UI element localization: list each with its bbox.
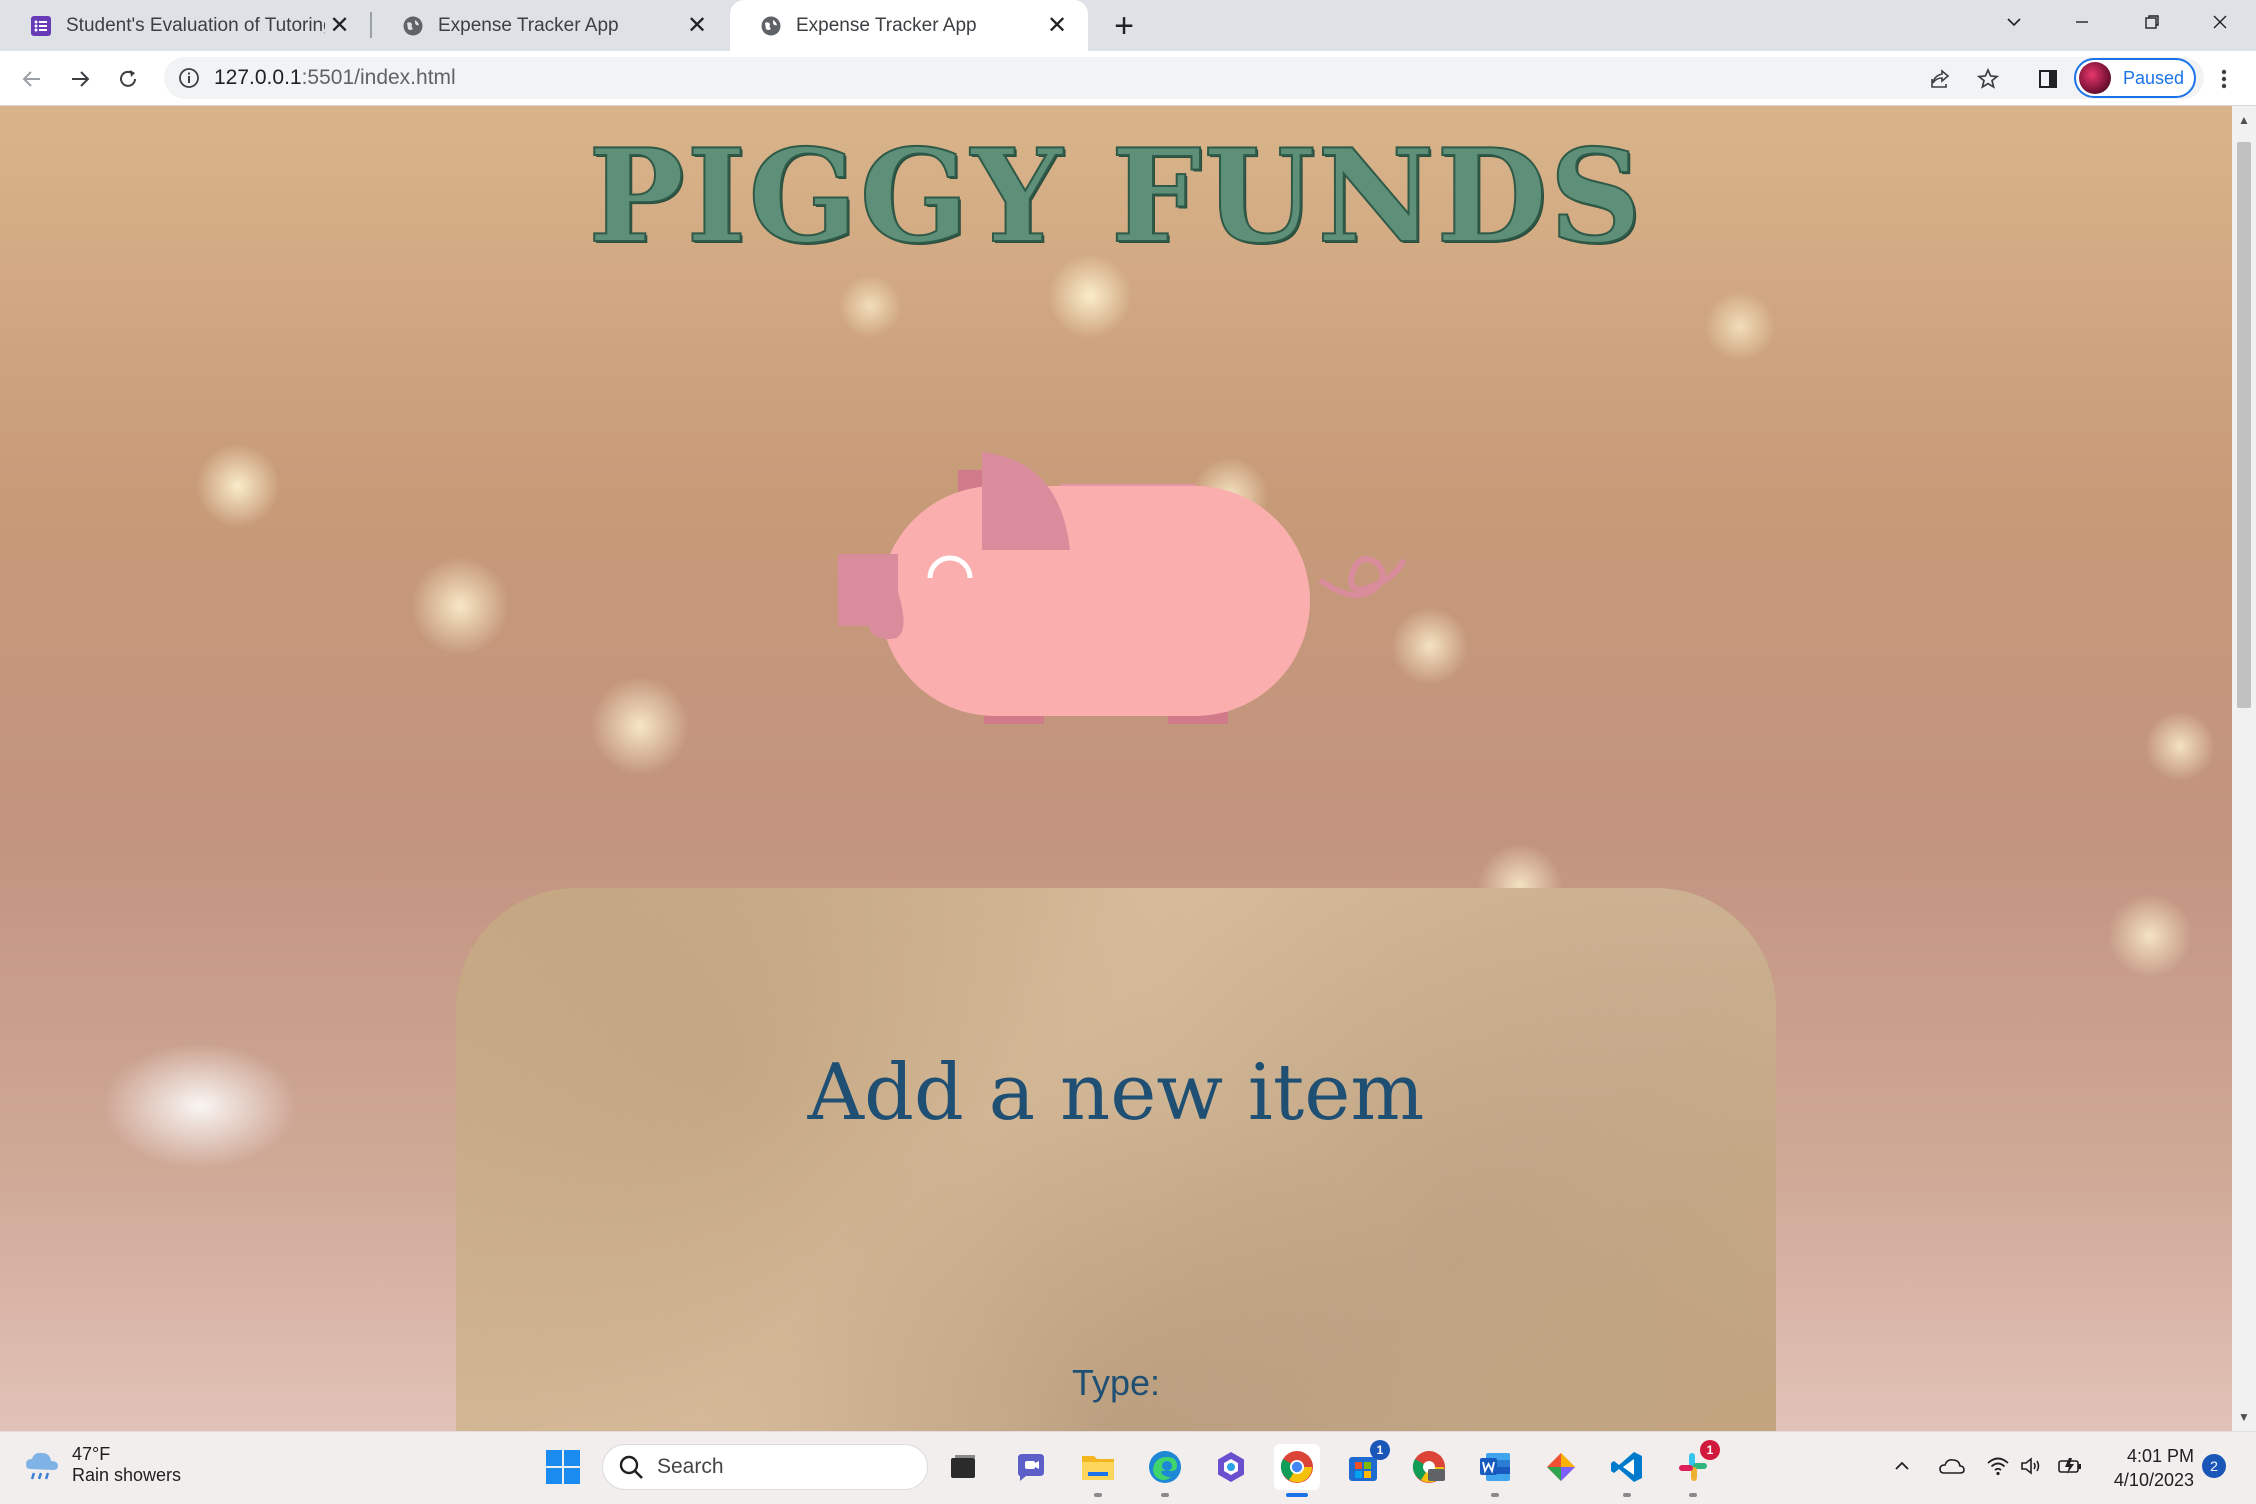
weather-temp: 47°F (72, 1444, 111, 1464)
close-icon[interactable]: ✕ (1042, 11, 1072, 41)
slack-badge: 1 (1700, 1440, 1720, 1460)
running-indicator (1689, 1493, 1697, 1497)
rain-cloud-icon (26, 1452, 58, 1480)
running-indicator (1286, 1493, 1308, 1497)
windows-taskbar: 47°F Rain showers Search 1 1 4:01 PM 4/1… (0, 1431, 2256, 1504)
chat-icon (1018, 1454, 1044, 1481)
bookmark-star-icon[interactable] (1972, 63, 2004, 95)
share-icon[interactable] (1924, 63, 1956, 95)
diamond-app-icon (1547, 1453, 1575, 1481)
card-heading: Add a new item (807, 1048, 1425, 1138)
chrome-icon (1280, 1451, 1313, 1483)
running-indicator (1491, 1493, 1499, 1497)
hexagon-app-icon (1218, 1452, 1244, 1482)
close-icon[interactable]: ✕ (682, 11, 712, 41)
new-tab-button[interactable]: + (1104, 6, 1144, 46)
clock-date: 4/10/2023 (2113, 1470, 2194, 1490)
reload-icon (120, 70, 136, 87)
forward-arrow-icon (72, 71, 90, 87)
teams-chat-button[interactable] (1008, 1444, 1054, 1490)
profile-button[interactable]: Paused (2074, 58, 2196, 98)
app-title: PIGGY FUNDS (587, 121, 1644, 273)
piggy-bank-illustration (838, 452, 1407, 724)
tab-expense-tracker-1[interactable]: Expense Tracker App ✕ (372, 0, 728, 51)
scroll-thumb[interactable] (2237, 142, 2251, 708)
url-text: 127.0.0.1:5501/index.html (214, 66, 456, 90)
notification-badge[interactable]: 2 (2202, 1454, 2226, 1478)
running-indicator (1161, 1493, 1169, 1497)
start-button[interactable] (540, 1444, 586, 1490)
store-button[interactable]: 1 (1340, 1440, 1390, 1490)
more-menu-icon[interactable] (2208, 63, 2240, 95)
address-bar[interactable]: 127.0.0.1:5501/index.html (164, 57, 2204, 99)
avatar (2079, 62, 2111, 94)
tab-title: Expense Tracker App (796, 14, 977, 36)
clock-time: 4:01 PM (2126, 1446, 2194, 1466)
volume-icon[interactable] (2016, 1448, 2048, 1484)
onedrive-cloud-icon[interactable] (1936, 1448, 1968, 1484)
slack-button[interactable]: 1 (1670, 1440, 1720, 1497)
search-icon (619, 1455, 643, 1479)
tray-overflow-chevron-icon[interactable] (1886, 1448, 1918, 1484)
scroll-down-arrow-icon[interactable]: ▼ (2232, 1405, 2256, 1429)
vscode-icon (1611, 1452, 1642, 1482)
url-path: :5501/index.html (301, 66, 456, 89)
pig-tail (1318, 555, 1407, 598)
close-icon[interactable]: ✕ (325, 11, 354, 41)
word-button[interactable] (1472, 1444, 1518, 1497)
url-host: 127.0.0.1 (214, 66, 302, 89)
tab-title: Student's Evaluation of Tutoring (66, 14, 325, 36)
add-item-card: Add a new item Type: (456, 888, 1776, 1431)
scroll-up-arrow-icon[interactable]: ▲ (2232, 108, 2256, 132)
profile-status: Paused (2123, 67, 2185, 88)
forward-button[interactable] (60, 59, 100, 99)
git-app-button[interactable] (1538, 1444, 1584, 1490)
tab-strip: Student's Evaluation of Tutoring ✕ Expen… (0, 0, 2256, 51)
tab-expense-tracker-active[interactable]: Expense Tracker App ✕ (730, 0, 1088, 51)
running-indicator (1094, 1493, 1102, 1497)
weather-widget[interactable]: 47°F Rain showers (22, 1444, 181, 1486)
tab-students-evaluation[interactable]: Student's Evaluation of Tutoring ✕ (0, 0, 370, 51)
battery-charging-icon[interactable] (2054, 1448, 2086, 1484)
site-info-icon[interactable] (178, 67, 200, 89)
taskbar-search[interactable]: Search (602, 1444, 928, 1490)
browser-toolbar: 127.0.0.1:5501/index.html Paused (0, 51, 2256, 106)
back-button[interactable] (12, 59, 52, 99)
running-indicator (1623, 1493, 1631, 1497)
task-view-icon (951, 1455, 975, 1478)
page-scrollbar[interactable]: ▲ ▼ (2232, 106, 2256, 1431)
folder-icon (1082, 1456, 1114, 1480)
system-clock[interactable]: 4:01 PM 4/10/2023 (2100, 1444, 2194, 1492)
close-window-button[interactable] (2186, 0, 2254, 44)
file-explorer-button[interactable] (1075, 1444, 1121, 1497)
pig-snout (838, 554, 904, 640)
page-viewport: PIGGY FUNDS Add a new item Type: (0, 106, 2232, 1431)
windows-logo-icon (546, 1450, 580, 1484)
copilot-button[interactable] (1208, 1444, 1254, 1490)
type-label: Type: (1071, 1362, 1161, 1403)
tab-title: Expense Tracker App (438, 14, 619, 36)
pig-body (880, 486, 1310, 716)
minimize-button[interactable] (2048, 0, 2116, 44)
chrome-dev-button[interactable] (1406, 1444, 1452, 1490)
restore-button[interactable] (2118, 0, 2186, 44)
chrome-dev-icon (1412, 1451, 1445, 1483)
tab-search-chevron-icon[interactable] (1980, 0, 2048, 44)
wifi-icon[interactable] (1982, 1448, 2014, 1484)
side-panel-icon[interactable] (2032, 63, 2064, 95)
edge-button[interactable] (1142, 1444, 1188, 1497)
task-view-button[interactable] (940, 1444, 986, 1490)
forms-icon (31, 15, 51, 36)
globe-icon (761, 16, 781, 35)
edge-icon (1149, 1451, 1181, 1483)
reload-button[interactable] (108, 59, 148, 99)
back-arrow-icon (22, 71, 40, 87)
word-icon (1480, 1453, 1510, 1481)
weather-condition: Rain showers (72, 1465, 182, 1485)
vscode-button[interactable] (1604, 1444, 1650, 1497)
search-placeholder: Search (657, 1455, 724, 1478)
store-badge: 1 (1370, 1440, 1390, 1460)
globe-icon (403, 16, 423, 35)
chrome-button[interactable] (1274, 1444, 1320, 1497)
